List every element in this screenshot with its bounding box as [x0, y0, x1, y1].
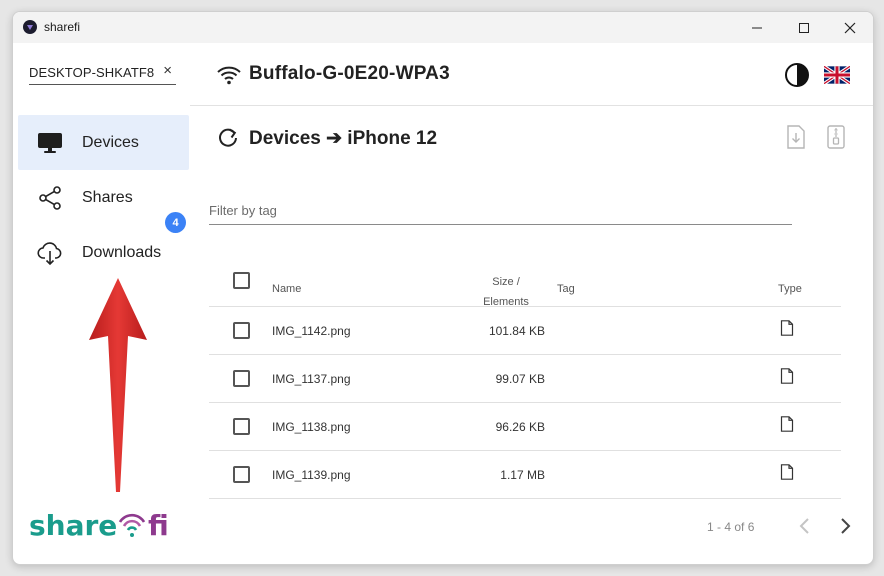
clear-device-button[interactable]: × [163, 62, 172, 79]
close-button[interactable] [827, 12, 873, 43]
window-title: sharefi [44, 20, 81, 34]
maximize-icon [799, 22, 809, 33]
file-icon [780, 368, 794, 384]
download-file-icon[interactable] [786, 125, 806, 149]
file-size: 101.84 KB [488, 324, 545, 338]
sidebar-item-label: Shares [82, 189, 133, 206]
table-row[interactable]: IMG_1138.png 96.26 KB [209, 403, 841, 451]
column-header-name[interactable]: Name [272, 283, 301, 295]
breadcrumb: Devices ➔ iPhone 12 [249, 128, 438, 149]
chevron-right-icon[interactable] [838, 517, 852, 535]
sidebar-item-label: Downloads [82, 244, 162, 261]
network-name: Buffalo-G-0E20-WPA3 [249, 63, 450, 84]
monitor-icon [38, 133, 62, 153]
sidebar-item-devices[interactable]: Devices [18, 115, 189, 170]
sidebar-item-downloads[interactable]: Downloads 4 [18, 212, 189, 280]
file-size: 1.17 MB [500, 468, 545, 482]
tag-filter[interactable] [209, 200, 792, 225]
annotation-arrow-icon [89, 278, 147, 492]
file-name: IMG_1138.png [272, 420, 351, 434]
file-name: IMG_1137.png [272, 372, 351, 386]
table-row[interactable]: IMG_1139.png 1.17 MB [209, 451, 841, 499]
file-size: 96.26 KB [495, 420, 545, 434]
table-header: Name Size / Elements Tag Type [209, 258, 841, 308]
title-bar: sharefi [13, 12, 873, 43]
row-checkbox[interactable] [233, 370, 250, 387]
header-divider [190, 105, 873, 106]
device-name-field[interactable]: DESKTOP-SHKATF8 × [29, 62, 176, 85]
uk-flag-icon[interactable] [824, 66, 850, 84]
file-name: IMG_1139.png [272, 468, 351, 482]
table-row[interactable]: IMG_1137.png 99.07 KB [209, 355, 841, 403]
file-icon [780, 464, 794, 480]
sidebar-nav: Devices Shares Downloads 4 [18, 115, 189, 280]
cloud-download-icon [37, 242, 62, 266]
table-row[interactable]: IMG_1142.png 101.84 KB [209, 307, 841, 355]
file-size: 99.07 KB [495, 372, 545, 386]
svg-text:share: share [29, 509, 117, 542]
filter-input[interactable] [209, 200, 792, 218]
downloads-count-badge: 4 [165, 212, 186, 233]
sidebar-item-label: Devices [82, 134, 139, 151]
app-window: sharefi DESKTOP-SHKATF8 × Devices Shares… [12, 11, 874, 565]
size-header-line1: Size / [492, 276, 520, 288]
file-table: Name Size / Elements Tag Type IMG_1142.p… [209, 258, 841, 499]
file-name: IMG_1142.png [272, 324, 351, 338]
chevron-left-icon[interactable] [798, 517, 812, 535]
contrast-icon[interactable] [784, 62, 810, 88]
minimize-icon [752, 27, 762, 28]
share-icon [39, 186, 61, 210]
select-all-checkbox[interactable] [233, 272, 250, 289]
column-header-size[interactable]: Size / Elements [471, 272, 541, 312]
row-checkbox[interactable] [233, 322, 250, 339]
minimize-button[interactable] [734, 12, 780, 43]
maximize-button[interactable] [781, 12, 827, 43]
close-icon [844, 22, 856, 33]
file-icon [780, 416, 794, 432]
sidebar-item-shares[interactable]: Shares [18, 170, 189, 225]
pagination-info: 1 - 4 of 6 [707, 520, 755, 534]
row-checkbox[interactable] [233, 418, 250, 435]
row-checkbox[interactable] [233, 466, 250, 483]
zip-archive-icon[interactable] [826, 125, 846, 149]
refresh-icon[interactable] [217, 127, 239, 149]
device-name: DESKTOP-SHKATF8 [29, 65, 155, 80]
sharefi-logo: share fi [29, 509, 169, 542]
wifi-icon [217, 66, 241, 85]
app-logo-icon [23, 20, 37, 34]
column-header-type[interactable]: Type [778, 283, 802, 295]
svg-text:fi: fi [148, 509, 169, 542]
file-icon [780, 320, 794, 336]
column-header-tag[interactable]: Tag [557, 283, 575, 295]
